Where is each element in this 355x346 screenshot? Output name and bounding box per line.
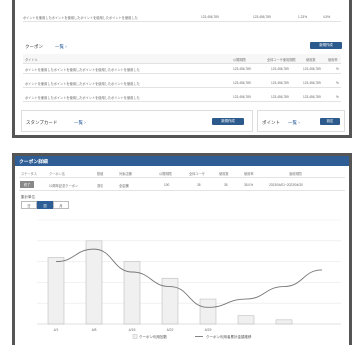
coupon-row-rate: % bbox=[336, 81, 339, 85]
coupon-row-rate: % bbox=[336, 67, 339, 71]
detail-period: 2023/04/01~2023/04/30 bbox=[269, 183, 303, 187]
stamp-card-list-link[interactable]: 一覧 › bbox=[74, 120, 86, 126]
stamp-card-title: スタンプカード bbox=[26, 120, 58, 125]
period-tab-day[interactable]: 日 bbox=[21, 201, 37, 209]
detail-rate: 35.0% bbox=[244, 183, 254, 187]
coupon-table: タイトル 公開期限 全体ユーザ使用期限 使用数 使用率 ポイントを使用したポイン… bbox=[23, 54, 341, 104]
coupon-row-used: 123,456,789 bbox=[303, 95, 321, 99]
summary-value-1: 123,456,789 bbox=[201, 15, 219, 19]
col-users: 全体ユーザ bbox=[189, 172, 205, 176]
coupon-row[interactable]: ポイントを使用したポイントを使用したポイントを使用したポイントを使用した 123… bbox=[23, 92, 341, 102]
detail-store: 全店舗 bbox=[119, 184, 129, 188]
coupon-row-title: ポイントを使用したポイントを使用したポイントを使用したポイントを使用した bbox=[25, 68, 140, 72]
col-title: タイトル bbox=[25, 58, 38, 62]
dashboard-top-panel: ポイントを使用したポイントを使用したポイントを使用したポイントを使用した 123… bbox=[12, 0, 352, 138]
coupon-row-used: 123,456,789 bbox=[303, 67, 321, 71]
point-title: ポイント bbox=[262, 120, 280, 125]
coupon-row[interactable]: ポイントを使用したポイントを使用したポイントを使用したポイントを使用した 123… bbox=[23, 64, 341, 74]
period-tab-month[interactable]: 月 bbox=[53, 201, 69, 209]
col-period: 適用期間 bbox=[289, 172, 302, 176]
x-tick-label: 4/1 bbox=[54, 328, 59, 332]
detail-used: 35 bbox=[224, 183, 228, 187]
stamp-card-panel: スタンプカード 一覧 › 新規作成 bbox=[21, 110, 253, 132]
x-tick-label: 4/8 bbox=[92, 328, 97, 332]
col-used: 使用数 bbox=[306, 58, 316, 62]
detail-public: 100 bbox=[164, 183, 170, 187]
chart-bar bbox=[237, 315, 255, 325]
x-tick-label: 4/29 bbox=[205, 328, 212, 332]
status-badge: 終了 bbox=[20, 181, 35, 188]
point-panel: ポイント 一覧 › 設定 bbox=[257, 110, 345, 132]
chart-bar bbox=[275, 319, 293, 325]
coupon-row-rate: % bbox=[336, 95, 339, 99]
col-public: 公開期限 bbox=[159, 172, 172, 176]
legend-line-label: クーポン利用者累計金額推移 bbox=[206, 334, 252, 339]
summary-row: ポイントを使用したポイントを使用したポイントを使用したポイントを使用した 123… bbox=[23, 12, 341, 22]
col-expiry: 全体ユーザ使用期限 bbox=[267, 58, 296, 62]
summary-pct: 4.5% bbox=[323, 15, 331, 19]
legend-bar-label: クーポン利用回数 bbox=[139, 334, 167, 339]
coupon-row[interactable]: ポイントを使用したポイントを使用したポイントを使用したポイントを使用した 123… bbox=[23, 78, 341, 88]
summary-title: ポイントを使用したポイントを使用したポイントを使用したポイントを使用した bbox=[23, 16, 138, 20]
col-status: ステータス bbox=[21, 172, 37, 176]
col-value: 数値 bbox=[97, 172, 104, 176]
coupon-row-expiry: 123,456,789 bbox=[271, 67, 289, 71]
x-tick-label: 4/22 bbox=[167, 328, 174, 332]
coupon-list-link[interactable]: 一覧 › bbox=[55, 44, 67, 50]
coupon-detail-header: クーポン詳細 bbox=[15, 156, 349, 166]
coupon-detail-title: クーポン詳細 bbox=[19, 160, 48, 165]
summary-rate: 1.23% bbox=[298, 15, 308, 19]
coupon-row-public: 123,456,789 bbox=[233, 81, 251, 85]
point-list-link[interactable]: 一覧 › bbox=[288, 120, 300, 126]
point-settings-button[interactable]: 設定 bbox=[320, 118, 340, 125]
coupon-usage-chart: 4/1 4/8 4/15 4/22 4/29 クーポン利用回数 クーポン利用者累計金額推移 bbox=[37, 219, 341, 339]
summary-value-2: 123,456,789 bbox=[253, 15, 271, 19]
coupon-row-public: 123,456,789 bbox=[233, 95, 251, 99]
coupon-row-expiry: 123,456,789 bbox=[271, 81, 289, 85]
col-rate: 使用率 bbox=[328, 58, 338, 62]
stamp-card-create-button[interactable]: 新規作成 bbox=[212, 118, 244, 125]
period-toggle: 日 週 月 bbox=[21, 201, 69, 209]
period-tab-week[interactable]: 週 bbox=[37, 201, 53, 209]
col-rate: 使用率 bbox=[244, 172, 254, 176]
coupon-row-title: ポイントを使用したポイントを使用したポイントを使用したポイントを使用した bbox=[25, 82, 140, 86]
chart-bar bbox=[161, 277, 179, 325]
chart-bar bbox=[199, 298, 217, 325]
x-tick-label: 4/15 bbox=[129, 328, 136, 332]
chart-bar bbox=[47, 257, 65, 325]
coupon-section-title: クーポン bbox=[25, 44, 43, 49]
col-store: 対象店舗 bbox=[119, 172, 132, 176]
coupon-detail-panel: クーポン詳細 ステータス クーポン名 数値 対象店舗 公開期限 全体ユーザ 使用… bbox=[12, 153, 352, 345]
period-label: 集計単位 bbox=[21, 195, 35, 199]
coupon-row-expiry: 123,456,789 bbox=[271, 95, 289, 99]
detail-value: 割引 bbox=[97, 184, 104, 188]
col-coupon-name: クーポン名 bbox=[49, 172, 65, 176]
coupon-row-used: 123,456,789 bbox=[303, 81, 321, 85]
coupon-create-button[interactable]: 新規作成 bbox=[310, 42, 342, 49]
col-public: 公開期限 bbox=[233, 58, 246, 62]
detail-table-row[interactable]: 終了 10周年記念クーポン 割引 全店舗 100 35 35 35.0% 202… bbox=[19, 180, 345, 191]
chart-bar bbox=[85, 240, 103, 325]
coupon-row-title: ポイントを使用したポイントを使用したポイントを使用したポイントを使用した bbox=[25, 96, 140, 100]
detail-coupon-name: 10周年記念クーポン bbox=[49, 184, 79, 188]
detail-table-header: ステータス クーポン名 数値 対象店舗 公開期限 全体ユーザ 使用数 使用率 適… bbox=[19, 168, 345, 178]
detail-users: 35 bbox=[197, 183, 201, 187]
coupon-table-header: タイトル 公開期限 全体ユーザ使用期限 使用数 使用率 bbox=[23, 54, 341, 64]
legend-bar-swatch bbox=[132, 334, 138, 339]
col-used: 使用数 bbox=[219, 172, 229, 176]
coupon-row-public: 123,456,789 bbox=[233, 67, 251, 71]
